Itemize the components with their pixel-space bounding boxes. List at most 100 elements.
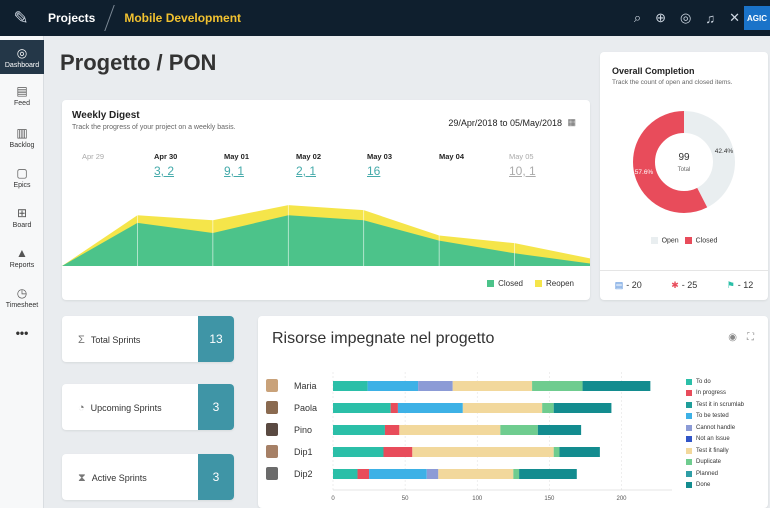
bar-segment-test-it-finally[interactable] [462, 403, 543, 413]
date-range[interactable]: 29/Apr/2018 to 05/May/2018 [448, 118, 562, 128]
stat-tasks[interactable]: ⚑ - 12 [727, 280, 754, 291]
breadcrumb-current-project[interactable]: Mobile Development [124, 11, 241, 25]
legend-item[interactable]: Duplicate [686, 457, 744, 469]
bar-segment-cannot-handle[interactable] [418, 381, 453, 391]
sprint-label-text: Upcoming Sprints [90, 403, 162, 413]
overall-completion-card: Overall Completion Track the count of op… [600, 52, 768, 300]
legend-item[interactable]: To be tested [686, 411, 744, 423]
brand-badge[interactable]: AGIC [744, 6, 770, 30]
x-tick-label: 200 [617, 496, 628, 502]
sidebar-item-epics[interactable]: ▢ Epics [0, 166, 44, 189]
bar-segment-test-it-finally[interactable] [412, 447, 554, 457]
bar-segment-duplicate[interactable] [532, 381, 583, 391]
legend-label: Done [696, 482, 711, 489]
search-icon[interactable]: ⌕ [634, 10, 641, 26]
bell-icon[interactable]: ♫ [705, 11, 715, 26]
day-date: May 04 [439, 152, 465, 161]
globe-icon[interactable]: ⊕ [655, 10, 666, 26]
bar-segment-test-it-finally[interactable] [438, 469, 514, 479]
divider [600, 270, 768, 271]
sidebar-item-backlog[interactable]: ▥ Backlog [0, 126, 44, 149]
bar-segment-to-do[interactable] [333, 447, 384, 457]
legend-swatch [686, 482, 692, 489]
day-values[interactable]: 10, 1 [509, 164, 536, 178]
bar-segment-done[interactable] [559, 447, 600, 457]
legend-item[interactable]: Planned [686, 468, 744, 480]
bar-segment-in-progress[interactable] [357, 469, 370, 479]
bar-segment-in-progress[interactable] [390, 403, 398, 413]
legend-item[interactable]: In progress [686, 388, 744, 400]
bar-segment-to-be-tested[interactable] [397, 403, 463, 413]
person-name: Dip2 [294, 469, 313, 479]
bar-segment-in-progress[interactable] [384, 425, 400, 435]
bar-segment-to-do[interactable] [333, 403, 391, 413]
help-icon[interactable]: ◎ [680, 10, 691, 26]
bar-segment-duplicate[interactable] [500, 425, 538, 435]
bar-segment-test-it-finally[interactable] [399, 425, 501, 435]
completion-donut-chart: 99 Total 42.4% 57.6% [633, 111, 735, 213]
bar-segment-to-be-tested[interactable] [369, 469, 427, 479]
legend-swatch-closed [487, 280, 495, 288]
bar-segment-to-do[interactable] [333, 469, 358, 479]
eye-icon[interactable]: ◉ [728, 332, 737, 343]
clock-icon: ◔ [78, 402, 85, 414]
stat-stories[interactable]: ▤ - 20 [615, 280, 642, 291]
completion-legend: Open Closed [600, 237, 768, 244]
expand-icon[interactable]: ⛶ [747, 332, 754, 343]
bar-segment-to-do[interactable] [333, 381, 368, 391]
legend-swatch [686, 447, 692, 454]
day-values[interactable]: 9, 1 [224, 164, 249, 178]
bar-segment-cannot-handle[interactable] [426, 469, 439, 479]
stat-value: - 25 [681, 280, 698, 290]
bar-segment-done[interactable] [519, 469, 577, 479]
donut-closed-pct: 57.6% [635, 169, 654, 176]
tools-icon[interactable]: ✕ [729, 10, 740, 26]
calendar-icon[interactable]: ▦ [567, 117, 576, 128]
stat-bugs[interactable]: ✱ - 25 [671, 280, 697, 291]
sidebar-item-label: Timesheet [5, 302, 39, 309]
legend-item[interactable]: Done [686, 480, 744, 492]
total-sprints-card[interactable]: Σ Total Sprints 13 [62, 316, 234, 362]
bug-icon: ✱ [671, 280, 679, 290]
sprint-count: 3 [198, 384, 234, 430]
legend-item[interactable]: Cannot handle [686, 422, 744, 434]
bar-segment-done[interactable] [582, 381, 651, 391]
more-icon: ••• [15, 326, 29, 340]
resources-title: Risorse impegnate nel progetto [272, 330, 495, 347]
bar-segment-test-it-finally[interactable] [452, 381, 533, 391]
bar-segment-to-be-tested[interactable] [367, 381, 419, 391]
sidebar-item-more[interactable]: ••• [0, 326, 44, 340]
bar-segment-in-progress[interactable] [383, 447, 413, 457]
active-sprints-card[interactable]: ⧗ Active Sprints 3 [62, 454, 234, 500]
breadcrumb-projects[interactable]: Projects [48, 11, 95, 25]
bar-segment-done[interactable] [553, 403, 612, 413]
legend-item[interactable]: Test it finally [686, 445, 744, 457]
legend-label: To be tested [696, 413, 729, 420]
upcoming-sprints-card[interactable]: ◔ Upcoming Sprints 3 [62, 384, 234, 430]
sidebar-item-timesheet[interactable]: ◷ Timesheet [0, 286, 44, 309]
resources-actions: ◉ ⛶ [728, 332, 754, 343]
sidebar-item-feed[interactable]: ▤ Feed [0, 84, 44, 107]
legend-swatch [686, 401, 692, 408]
bar-segment-duplicate[interactable] [542, 403, 554, 413]
legend-label: In progress [696, 390, 727, 397]
bar-segment-to-do[interactable] [333, 425, 385, 435]
sidebar-item-board[interactable]: ⊞ Board [0, 206, 44, 229]
timesheet-icon: ◷ [16, 286, 28, 300]
day-values[interactable]: 16 [367, 164, 392, 178]
day-values[interactable]: 2, 1 [296, 164, 321, 178]
legend-label: Test it finally [696, 447, 729, 454]
legend-item[interactable]: Test it in scrumlab [686, 399, 744, 411]
app-logo-icon[interactable]: ✎ [0, 0, 42, 36]
day-values[interactable]: 3, 2 [154, 164, 177, 178]
dashboard-icon: ◎ [16, 46, 28, 60]
bar-segment-done[interactable] [537, 425, 582, 435]
overall-completion-title: Overall Completion [612, 66, 695, 76]
sidebar-item-dashboard[interactable]: ◎ Dashboard [0, 40, 44, 74]
legend-item[interactable]: Not an Issue [686, 434, 744, 446]
top-bar: ✎ Projects Mobile Development ⌕ ⊕ ◎ ♫ ✕ … [0, 0, 770, 36]
legend-item[interactable]: To do [686, 376, 744, 388]
sidebar-item-reports[interactable]: ▲ Reports [0, 246, 44, 269]
bar-segment-duplicate[interactable] [553, 447, 560, 457]
bar-segment-duplicate[interactable] [513, 469, 520, 479]
